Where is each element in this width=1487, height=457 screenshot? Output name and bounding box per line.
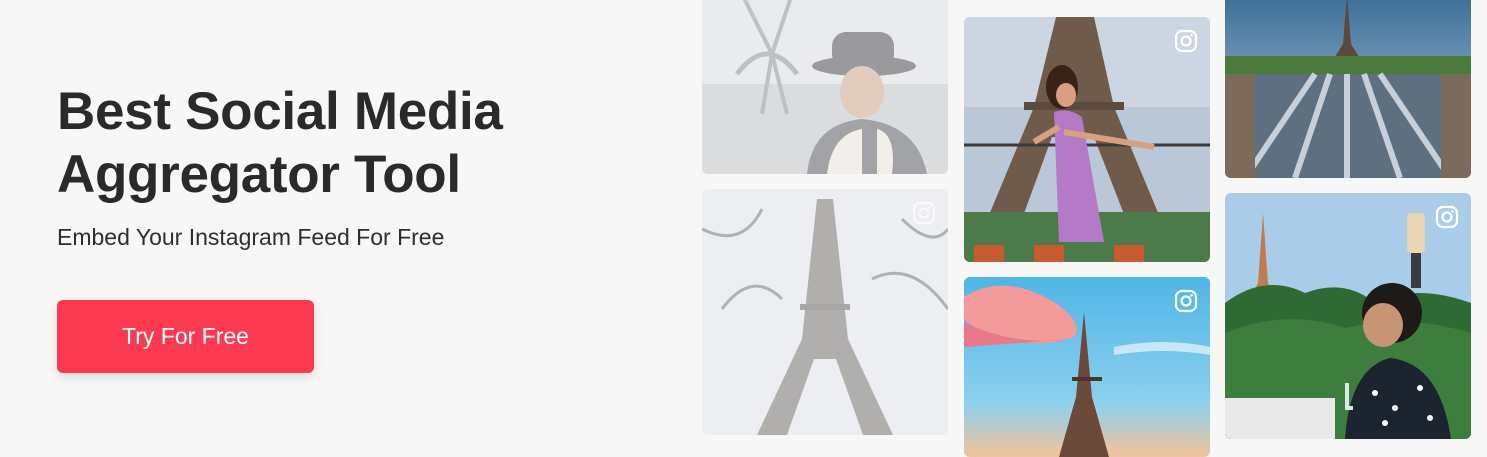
photo-eiffel-trees bbox=[702, 189, 948, 435]
feed-photo-eiffel-trees[interactable] bbox=[702, 189, 948, 435]
photo-trocadero-fountains bbox=[1225, 0, 1471, 178]
instagram-icon bbox=[1435, 205, 1459, 229]
hero-title: Best Social Media Aggregator Tool bbox=[57, 80, 657, 206]
hero-title-line-1: Best Social Media bbox=[57, 82, 503, 141]
instagram-icon bbox=[912, 201, 936, 225]
try-for-free-button[interactable]: Try For Free bbox=[57, 300, 314, 373]
instagram-icon bbox=[1174, 29, 1198, 53]
photo-woman-purple-dress bbox=[964, 17, 1210, 262]
photo-man-greenery bbox=[1225, 193, 1471, 439]
instagram-icon bbox=[1174, 289, 1198, 313]
feed-photo-trocadero-fountains[interactable] bbox=[1225, 0, 1471, 178]
feed-photo-man-hat[interactable] bbox=[702, 0, 948, 174]
hero-subtitle: Embed Your Instagram Feed For Free bbox=[57, 224, 445, 250]
feed-photo-woman-purple-dress[interactable] bbox=[964, 17, 1210, 262]
hero-section: Best Social Media Aggregator Tool Embed … bbox=[57, 80, 657, 252]
photo-man-hat bbox=[702, 0, 948, 174]
feed-photo-man-greenery[interactable] bbox=[1225, 193, 1471, 439]
feed-photo-eiffel-sunset-sky[interactable] bbox=[964, 277, 1210, 457]
hero-title-line-2: Aggregator Tool bbox=[57, 145, 461, 204]
